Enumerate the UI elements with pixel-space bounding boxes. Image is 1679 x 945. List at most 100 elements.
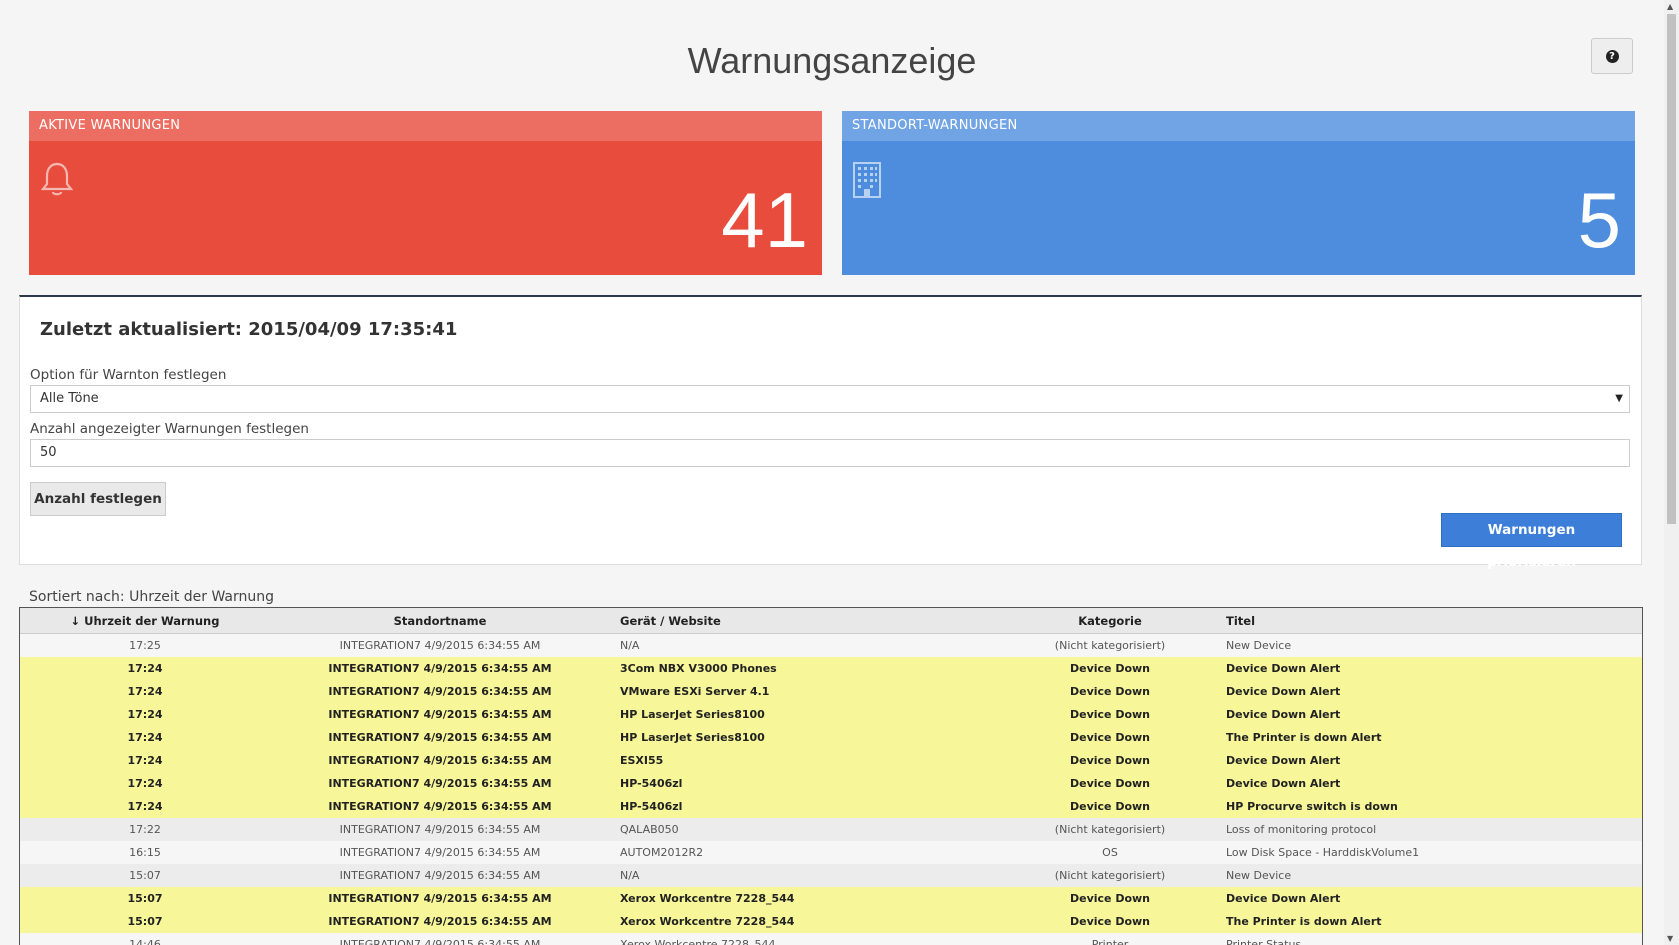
table-row[interactable]: 15:07 INTEGRATION7 4/9/2015 6:34:55 AM N/A… (20, 864, 1642, 887)
table-header-row: ↓ Uhrzeit der Warnung Standortname Gerät… (20, 608, 1642, 634)
cell-site: INTEGRATION7 4/9/2015 6:34:55 AM (270, 680, 610, 703)
cell-time: 17:24 (20, 795, 270, 818)
table-row[interactable]: 16:15 INTEGRATION7 4/9/2015 6:34:55 AM AUT… (20, 841, 1642, 864)
cell-site: INTEGRATION7 4/9/2015 6:34:55 AM (270, 841, 610, 864)
cell-device: AUTOM2012R2 (610, 841, 1010, 864)
col-header-time[interactable]: ↓ Uhrzeit der Warnung (20, 608, 270, 634)
sound-option-label: Option für Warnton festlegen (30, 367, 227, 383)
site-alerts-tile[interactable]: STANDORT-WARNUNGEN 5 (842, 111, 1635, 275)
page-title: Warnungsanzeige (687, 40, 977, 81)
cell-title: The Printer is down Alert (1210, 910, 1642, 933)
table-row[interactable]: 15:07 INTEGRATION7 4/9/2015 6:34:55 AM Xer… (20, 910, 1642, 933)
cell-category: (Nicht kategorisiert) (1010, 633, 1210, 657)
cell-title: HP Procurve switch is down (1210, 795, 1642, 818)
cell-title: Low Disk Space - HarddiskVolume1 (1210, 841, 1642, 864)
col-header-category[interactable]: Kategorie (1010, 608, 1210, 634)
table-row[interactable]: 17:24 INTEGRATION7 4/9/2015 6:34:55 AM HP … (20, 703, 1642, 726)
cell-category: (Nicht kategorisiert) (1010, 818, 1210, 841)
scroll-thumb[interactable] (1667, 14, 1676, 524)
cell-site: INTEGRATION7 4/9/2015 6:34:55 AM (270, 910, 610, 933)
cell-site: INTEGRATION7 4/9/2015 6:34:55 AM (270, 933, 610, 945)
cell-time: 17:24 (20, 657, 270, 680)
cell-device: Xerox Workcentre 7228_544 (610, 887, 1010, 910)
cell-site: INTEGRATION7 4/9/2015 6:34:55 AM (270, 657, 610, 680)
cell-device: N/A (610, 864, 1010, 887)
cell-device: QALAB050 (610, 818, 1010, 841)
cell-site: INTEGRATION7 4/9/2015 6:34:55 AM (270, 864, 610, 887)
alerts-table: ↓ Uhrzeit der Warnung Standortname Gerät… (19, 607, 1643, 945)
cell-device: HP LaserJet Series8100 (610, 703, 1010, 726)
dropdown-arrow-icon: ▼ (1615, 393, 1623, 404)
bell-icon (39, 161, 75, 203)
cell-device: Xerox Workcentre 7228_544 (610, 910, 1010, 933)
col-header-device[interactable]: Gerät / Website (610, 608, 1010, 634)
scroll-down-icon[interactable]: ▼ (1667, 934, 1673, 943)
cell-category: OS (1010, 841, 1210, 864)
cell-time: 17:24 (20, 703, 270, 726)
cell-site: INTEGRATION7 4/9/2015 6:34:55 AM (270, 818, 610, 841)
cell-category: Device Down (1010, 726, 1210, 749)
col-header-title[interactable]: Titel (1210, 608, 1642, 634)
cell-time: 17:24 (20, 749, 270, 772)
table-row[interactable]: 17:24 INTEGRATION7 4/9/2015 6:34:55 AM ESX… (20, 749, 1642, 772)
table-row[interactable]: 17:24 INTEGRATION7 4/9/2015 6:34:55 AM HP-… (20, 772, 1642, 795)
cell-time: 17:24 (20, 726, 270, 749)
cell-category: Device Down (1010, 680, 1210, 703)
table-row[interactable]: 17:24 INTEGRATION7 4/9/2015 6:34:55 AM VMw… (20, 680, 1642, 703)
cell-device: Xerox Workcentre 7228_544 (610, 933, 1010, 945)
active-alerts-label: AKTIVE WARNUNGEN (29, 111, 822, 141)
cell-title: Device Down Alert (1210, 887, 1642, 910)
cell-site: INTEGRATION7 4/9/2015 6:34:55 AM (270, 887, 610, 910)
alert-count-value: 50 (40, 445, 57, 460)
cell-device: ESXI55 (610, 749, 1010, 772)
cell-time: 14:46 (20, 933, 270, 945)
help-button[interactable]: ? (1591, 38, 1633, 74)
table-row[interactable]: 14:46 INTEGRATION7 4/9/2015 6:34:55 AM Xer… (20, 933, 1642, 945)
site-alerts-label: STANDORT-WARNUNGEN (842, 111, 1635, 141)
sort-indicator: Sortiert nach: Uhrzeit der Warnung (29, 589, 274, 605)
table-row[interactable]: 17:24 INTEGRATION7 4/9/2015 6:34:55 AM HP-… (20, 795, 1642, 818)
cell-site: INTEGRATION7 4/9/2015 6:34:55 AM (270, 795, 610, 818)
page-scrollbar[interactable]: ▲ ▼ (1664, 0, 1679, 945)
cell-site: INTEGRATION7 4/9/2015 6:34:55 AM (270, 749, 610, 772)
sound-option-value: Alle Töne (40, 391, 99, 406)
cell-category: Printer (1010, 933, 1210, 945)
question-circle-icon: ? (1605, 49, 1619, 63)
scroll-up-icon[interactable]: ▲ (1667, 2, 1673, 11)
alert-count-input[interactable]: 50 (30, 439, 1630, 467)
cell-title: Device Down Alert (1210, 749, 1642, 772)
active-alerts-tile[interactable]: AKTIVE WARNUNGEN 41 (29, 111, 822, 275)
cell-title: Device Down Alert (1210, 772, 1642, 795)
site-alerts-count: 5 (1577, 176, 1621, 264)
set-count-button[interactable]: Anzahl festlegen (30, 482, 166, 516)
table-row[interactable]: 17:24 INTEGRATION7 4/9/2015 6:34:55 AM 3Co… (20, 657, 1642, 680)
cell-title: Device Down Alert (1210, 680, 1642, 703)
cell-title: New Device (1210, 633, 1642, 657)
cell-title: Printer Status (1210, 933, 1642, 945)
cell-time: 15:07 (20, 910, 270, 933)
cell-time: 17:24 (20, 680, 270, 703)
table-row[interactable]: 17:25 INTEGRATION7 4/9/2015 6:34:55 AM N/A… (20, 633, 1642, 657)
cell-time: 17:22 (20, 818, 270, 841)
cell-device: VMware ESXi Server 4.1 (610, 680, 1010, 703)
sound-option-select[interactable]: Alle Töne ▼ (30, 385, 1630, 413)
cell-device: N/A (610, 633, 1010, 657)
cell-site: INTEGRATION7 4/9/2015 6:34:55 AM (270, 772, 610, 795)
cell-category: Device Down (1010, 887, 1210, 910)
prioritize-alerts-button[interactable]: Warnungen priorisieren (1441, 513, 1622, 570)
col-header-site[interactable]: Standortname (270, 608, 610, 634)
cell-category: Device Down (1010, 772, 1210, 795)
cell-title: New Device (1210, 864, 1642, 887)
table-row[interactable]: 15:07 INTEGRATION7 4/9/2015 6:34:55 AM Xer… (20, 887, 1642, 910)
cell-device: HP LaserJet Series8100 (610, 726, 1010, 749)
table-row[interactable]: 17:22 INTEGRATION7 4/9/2015 6:34:55 AM QAL… (20, 818, 1642, 841)
cell-time: 15:07 (20, 887, 270, 910)
table-row[interactable]: 17:24 INTEGRATION7 4/9/2015 6:34:55 AM HP … (20, 726, 1642, 749)
active-alerts-count: 41 (721, 176, 808, 264)
cell-site: INTEGRATION7 4/9/2015 6:34:55 AM (270, 726, 610, 749)
cell-title: Loss of monitoring protocol (1210, 818, 1642, 841)
cell-category: (Nicht kategorisiert) (1010, 864, 1210, 887)
cell-title: Device Down Alert (1210, 657, 1642, 680)
cell-category: Device Down (1010, 749, 1210, 772)
cell-category: Device Down (1010, 703, 1210, 726)
